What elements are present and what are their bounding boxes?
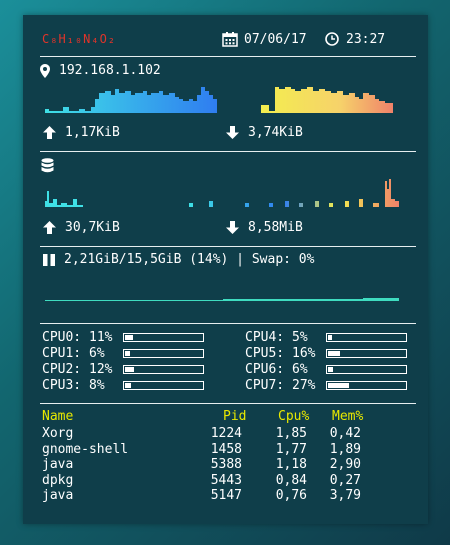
- process-mem: 2,90: [329, 457, 361, 472]
- col-header-pid: Pid: [223, 409, 247, 424]
- memory-icon: [42, 253, 56, 267]
- process-pid: 1224: [210, 426, 242, 441]
- cpu-usage-bar: [326, 333, 407, 342]
- cpu-percent: 27%: [292, 378, 316, 393]
- cpu-usage-fill: [125, 367, 134, 372]
- disk-write-area: [189, 179, 399, 207]
- process-name: java: [42, 457, 74, 472]
- process-name: java: [42, 488, 74, 503]
- cpu-percent: 16%: [292, 346, 316, 361]
- net-upload-area: [45, 87, 217, 113]
- cpu-label: CPU4:: [245, 330, 285, 345]
- disk-read-area: [45, 191, 83, 207]
- process-cpu: 1,85: [275, 426, 307, 441]
- process-mem: 0,42: [329, 426, 361, 441]
- process-mem: 0,27: [329, 472, 361, 488]
- cpu-usage-fill: [328, 351, 340, 356]
- process-pid: 5388: [210, 457, 242, 472]
- cpu-usage-fill: [125, 335, 133, 340]
- cpu-usage-bar: [123, 333, 204, 342]
- memory-usage: 2,21GiB/15,5GiB (14%) | Swap: 0%: [64, 252, 315, 267]
- process-cpu: 0,84: [275, 472, 307, 488]
- arrow-down-icon: [226, 126, 239, 139]
- cpu-label: CPU1:: [42, 346, 82, 361]
- process-name: gnome-shell: [42, 441, 129, 457]
- process-name: Xorg: [42, 426, 74, 441]
- cpu-percent: 12%: [89, 362, 113, 377]
- cpu-usage-fill: [125, 351, 130, 356]
- cpu-usage-fill: [125, 383, 131, 388]
- cpu-percent: 6%: [292, 362, 308, 377]
- process-cpu: 1,77: [275, 441, 307, 457]
- cpu-percent: 11%: [89, 330, 113, 345]
- database-icon: [41, 158, 54, 174]
- cpu-label: CPU3:: [42, 378, 82, 393]
- cpu-percent: 6%: [89, 346, 105, 361]
- conky-panel: C₈H₁₀N₄O₂ 07/06/17 23:27 192.168.1.102 1…: [23, 15, 428, 524]
- net-download-area: [261, 87, 393, 113]
- process-cpu: 0,76: [275, 488, 307, 503]
- cpu-label: CPU2:: [42, 362, 82, 377]
- process-pid: 5147: [210, 488, 242, 503]
- disk-write-speed: 8,58MiB: [248, 220, 303, 235]
- cpu-percent: 8%: [89, 378, 105, 393]
- arrow-up-icon: [43, 221, 56, 234]
- col-header-name: Name: [42, 409, 74, 424]
- cpu-usage-bar: [326, 365, 407, 374]
- cpu-label: CPU6:: [245, 362, 285, 377]
- process-pid: 5443: [210, 472, 242, 488]
- net-download-speed: 3,74KiB: [248, 125, 303, 140]
- process-name: dpkg: [42, 472, 74, 488]
- divider: [40, 403, 416, 404]
- cpu-usage-fill: [328, 367, 333, 372]
- divider: [40, 151, 416, 152]
- memory-graph-line: [45, 298, 399, 301]
- process-cpu: 1,18: [275, 457, 307, 472]
- process-mem: 3,79: [329, 488, 361, 503]
- cpu-usage-bar: [123, 365, 204, 374]
- disk-read-speed: 30,7KiB: [65, 220, 120, 235]
- col-header-cpu: Cpu%: [278, 409, 310, 424]
- process-mem: 1,89: [329, 441, 361, 457]
- arrow-down-icon: [226, 221, 239, 234]
- cpu-usage-fill: [328, 383, 349, 388]
- cpu-label: CPU5:: [245, 346, 285, 361]
- cpu-usage-bar: [123, 381, 204, 390]
- net-upload-speed: 1,17KiB: [65, 125, 120, 140]
- cpu-usage-fill: [328, 335, 332, 340]
- divider: [40, 246, 416, 247]
- cpu-usage-bar: [123, 349, 204, 358]
- col-header-mem: Mem%: [332, 409, 364, 424]
- process-pid: 1458: [210, 441, 242, 457]
- divider: [40, 323, 416, 324]
- cpu-usage-bar: [326, 381, 407, 390]
- cpu-percent: 5%: [292, 330, 308, 345]
- cpu-label: CPU7:: [245, 378, 285, 393]
- arrow-up-icon: [43, 126, 56, 139]
- cpu-label: CPU0:: [42, 330, 82, 345]
- cpu-usage-bar: [326, 349, 407, 358]
